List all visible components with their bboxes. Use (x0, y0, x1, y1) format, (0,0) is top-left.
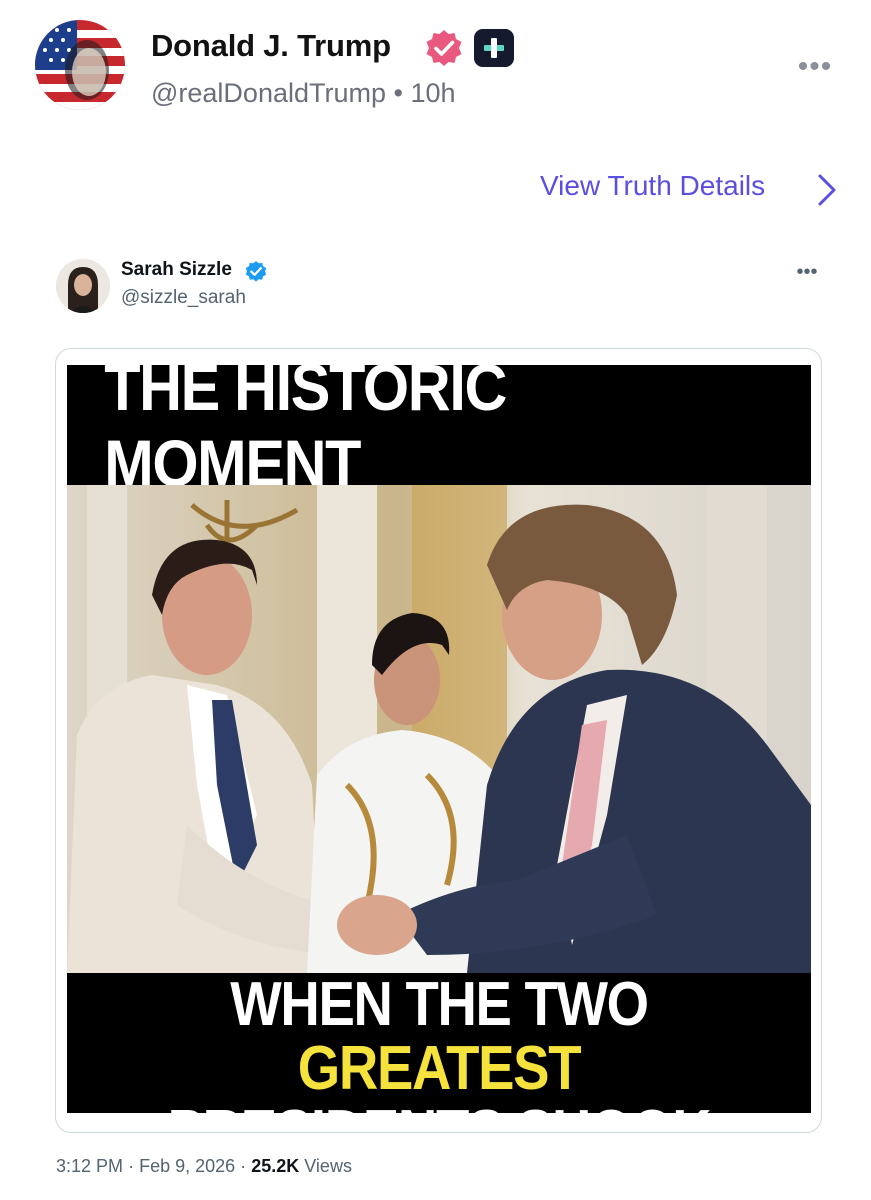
chevron-right-icon[interactable] (814, 172, 840, 208)
post-date[interactable]: Feb 9, 2026 (139, 1156, 235, 1176)
meme-bottom-line-2: PRESIDENTS SHOOK HANDS (112, 1101, 767, 1114)
views-count: 25.2K (251, 1156, 300, 1176)
separator-dot: • (393, 78, 403, 108)
author-name[interactable]: Donald J. Trump (151, 28, 391, 64)
meta-dot-1: · (128, 1156, 135, 1176)
author-handle-line: @realDonaldTrump • 10h (151, 78, 456, 109)
plus-badge-icon (474, 29, 514, 67)
meme-bottom-prefix: WHEN THE TWO (230, 970, 649, 1039)
embedded-author-handle[interactable]: @sizzle_sarah (121, 287, 246, 309)
verified-check-icon (245, 261, 267, 282)
embedded-author-name[interactable]: Sarah Sizzle (121, 259, 232, 281)
time-ago[interactable]: 10h (410, 78, 455, 108)
meme-bottom-line-1: WHEN THE TWO GREATEST (112, 973, 767, 1101)
more-options-icon[interactable]: ••• (795, 52, 835, 82)
meme-bottom-caption: WHEN THE TWO GREATEST PRESIDENTS SHOOK H… (67, 973, 811, 1114)
meme-highlight-word: GREATEST (297, 1034, 582, 1103)
meme-image[interactable]: THE HISTORIC MOMENT WHEN THE TWO GREATES… (67, 365, 811, 1113)
embedded-author-avatar[interactable] (56, 259, 110, 313)
view-truth-details-link[interactable]: View Truth Details (540, 170, 765, 202)
post-metadata: 3:12 PM · Feb 9, 2026 · 25.2K Views (56, 1156, 352, 1177)
post-time[interactable]: 3:12 PM (56, 1156, 123, 1176)
author-avatar[interactable] (35, 20, 125, 110)
views-label: Views (304, 1156, 352, 1176)
verified-badge-icon (426, 30, 462, 66)
handshake-photo (67, 485, 811, 973)
embedded-more-options-icon[interactable]: ••• (790, 262, 824, 282)
meme-top-caption: THE HISTORIC MOMENT (104, 365, 507, 500)
meta-dot-2: · (240, 1156, 247, 1176)
author-handle[interactable]: @realDonaldTrump (151, 78, 386, 108)
